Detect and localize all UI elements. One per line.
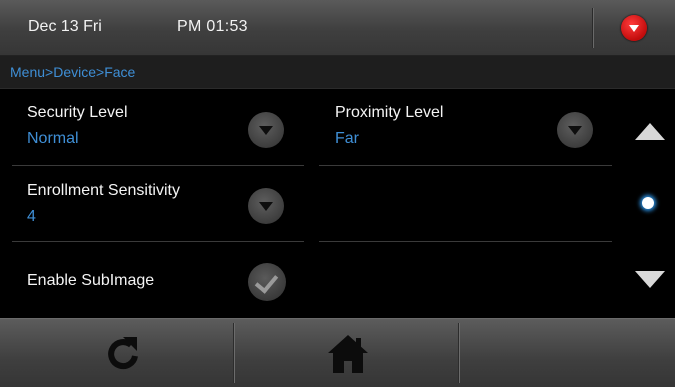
triangle-down-icon[interactable]: [635, 271, 665, 288]
status-bar-divider: [592, 8, 593, 48]
enable-subimage-checkbox[interactable]: [248, 263, 286, 301]
proximity-level-dropdown-button[interactable]: [557, 112, 593, 148]
breadcrumb-item-menu[interactable]: Menu: [10, 64, 45, 80]
menu-dropdown-button[interactable]: [600, 6, 670, 50]
proximity-level-value: Far: [335, 130, 359, 147]
divider: [12, 165, 304, 166]
home-button[interactable]: [234, 319, 457, 387]
breadcrumb: Menu>Device>Face: [10, 64, 135, 80]
bottom-bar: [0, 318, 675, 387]
refresh-icon: [108, 337, 138, 370]
dropdown-circle-red-icon: [621, 15, 647, 41]
divider: [319, 165, 612, 166]
time-label: PM 01:53: [177, 18, 248, 35]
security-level-label: Security Level: [27, 104, 128, 121]
breadcrumb-item-face: Face: [104, 64, 136, 80]
security-level-value: Normal: [27, 130, 79, 147]
enrollment-sensitivity-label: Enrollment Sensitivity: [27, 182, 180, 199]
divider: [319, 241, 612, 242]
refresh-button[interactable]: [0, 319, 232, 387]
breadcrumb-bar: Menu>Device>Face: [0, 56, 675, 89]
date-label: Dec 13 Fri: [28, 18, 102, 35]
breadcrumb-separator: >: [45, 64, 54, 80]
enrollment-sensitivity-value: 4: [27, 208, 36, 225]
home-icon: [328, 335, 368, 373]
status-bar: Dec 13 Fri PM 01:53: [0, 0, 675, 56]
divider: [12, 241, 304, 242]
enable-subimage-label: Enable SubImage: [27, 272, 155, 289]
proximity-level-label: Proximity Level: [335, 104, 444, 121]
triangle-up-icon[interactable]: [635, 123, 665, 140]
bottom-bar-empty-slot: [459, 319, 675, 387]
breadcrumb-separator: >: [96, 64, 105, 80]
page-dot-icon: [642, 197, 654, 209]
breadcrumb-item-device[interactable]: Device: [53, 64, 96, 80]
security-level-dropdown-button[interactable]: [248, 112, 284, 148]
enrollment-sensitivity-dropdown-button[interactable]: [248, 188, 284, 224]
